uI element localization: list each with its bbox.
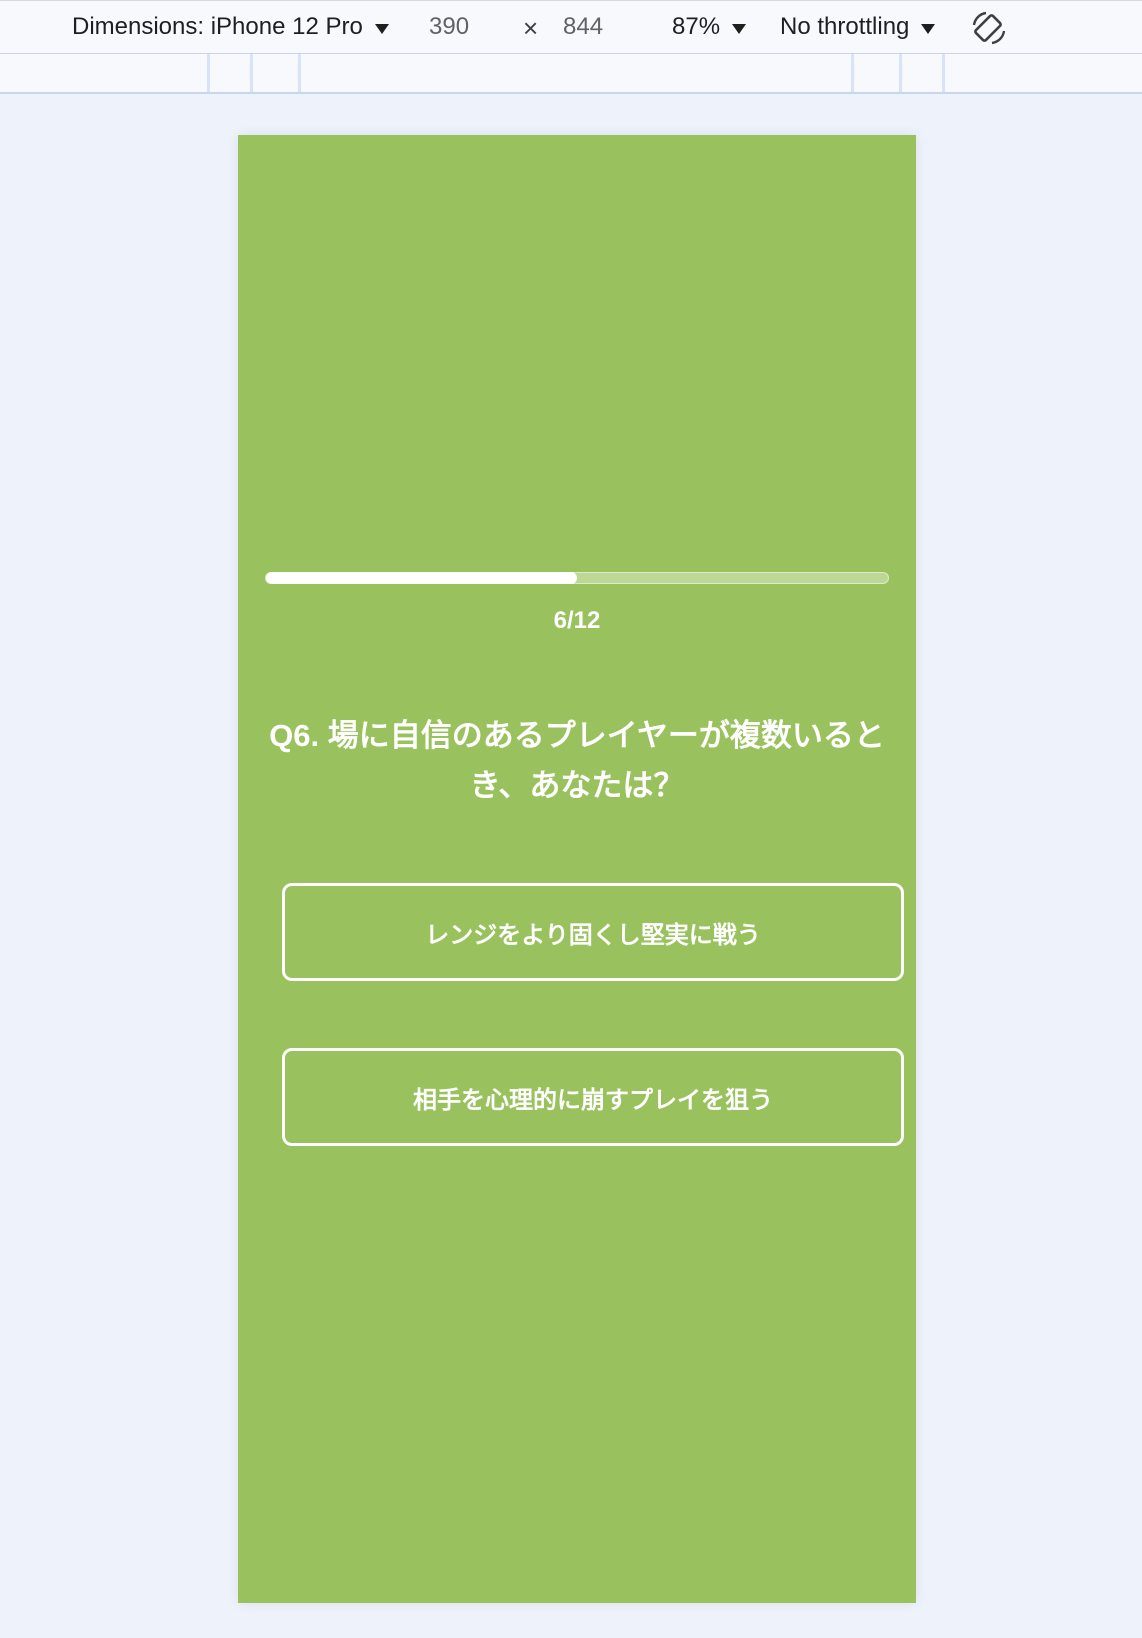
chevron-down-icon — [921, 23, 936, 34]
progress-fill — [266, 572, 577, 584]
devtools-device-toolbar: Dimensions: iPhone 12 Pro 390 × 844 87% … — [0, 0, 1142, 54]
device-dimensions-label: Dimensions: iPhone 12 Pro — [72, 13, 363, 40]
progress-bar — [265, 572, 889, 584]
question-counter: 6/12 — [553, 607, 601, 634]
answer-option-button[interactable]: レンジをより固くし堅実に戦う — [282, 883, 904, 981]
ruler-marker[interactable] — [250, 54, 253, 92]
ruler-marker[interactable] — [298, 54, 301, 92]
rotate-icon[interactable] — [970, 9, 1008, 47]
answer-option-button[interactable]: 相手を心理的に崩すプレイを狙う — [282, 1048, 904, 1146]
device-viewport: 6/12 Q6. 場に自信のあるプレイヤーが複数いるとき、あなたは？ レンジをよ… — [238, 135, 916, 1603]
throttling-dropdown[interactable]: No throttling — [780, 13, 936, 41]
viewport-height-input[interactable]: 844 — [563, 13, 603, 41]
question-text: Q6. 場に自信のあるプレイヤーが複数いるとき、あなたは？ — [269, 718, 885, 803]
ruler-marker[interactable] — [899, 54, 902, 92]
zoom-label: 87% — [672, 13, 721, 40]
zoom-dropdown[interactable]: 87% — [672, 13, 747, 41]
times-icon: × — [523, 13, 539, 43]
viewport-width-input[interactable]: 390 — [429, 13, 469, 41]
chevron-down-icon — [732, 23, 747, 34]
chevron-down-icon — [374, 23, 389, 34]
ruler-marker[interactable] — [207, 54, 210, 92]
ruler-marker[interactable] — [851, 54, 854, 92]
ruler-marker[interactable] — [942, 54, 945, 92]
device-dimensions-dropdown[interactable]: Dimensions: iPhone 12 Pro — [72, 13, 389, 41]
throttling-label: No throttling — [780, 13, 910, 40]
media-query-ruler — [0, 54, 1142, 94]
